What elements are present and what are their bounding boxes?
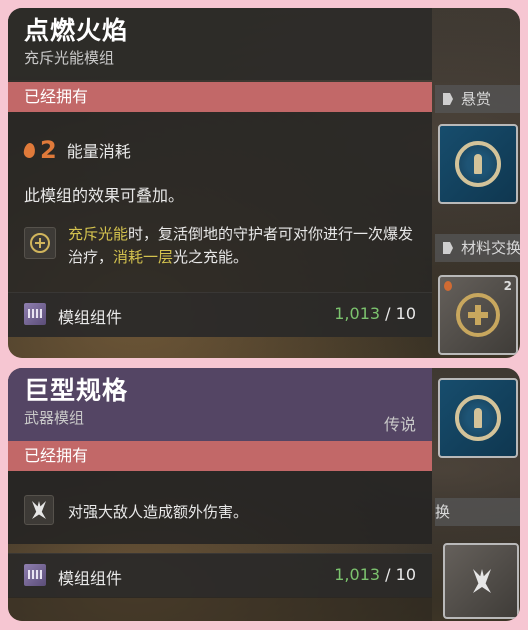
healing-mod-tile-icon <box>456 293 500 337</box>
cost-footer: 模组组件 1,013 / 10 <box>8 292 432 337</box>
flame-icon <box>444 281 452 291</box>
damage-perk-icon <box>24 495 54 525</box>
perk-description: 充斥光能时，复活倒地的守护者可对你进行一次爆发治疗，消耗一层光之充能。 <box>68 225 414 266</box>
perk-description: 对强大敌人造成额外伤害。 <box>68 503 249 521</box>
panel-ignite-flame: 悬赏 材料交换 2 点燃火焰 充斥光能模组 已经拥有 2 能量消耗 此模组的效果… <box>8 8 520 358</box>
charged-light-perk-icon <box>24 227 56 259</box>
mod-components-icon <box>24 564 46 586</box>
damage-perk-icon <box>473 569 491 593</box>
tooltip-header: 点燃火焰 充斥光能模组 <box>8 8 432 80</box>
tile-energy-badge: 2 <box>503 279 512 293</box>
vendor-side-panel: 换 <box>433 368 520 621</box>
exchange-header: 换 <box>435 498 520 526</box>
tooltip-header: 巨型规格 武器模组 传说 <box>8 368 432 441</box>
mod-title: 巨型规格 <box>24 376 129 405</box>
bounties-header: 悬赏 <box>435 85 520 113</box>
tooltip-body: 对强大敌人造成额外伤害。 <box>8 471 432 544</box>
damage-mod-tile[interactable] <box>443 543 519 619</box>
panel-major-spec: 换 巨型规格 武器模组 传说 已经拥有 对强大敌人造成额外伤害。 模组组件 1,… <box>8 368 520 621</box>
bounty-tile-icon <box>455 395 501 441</box>
tag-icon <box>443 93 453 105</box>
background-strip <box>8 597 432 621</box>
plus-circle-icon <box>30 233 50 253</box>
energy-cost-value: 2 <box>40 136 57 164</box>
mod-type: 充斥光能模组 <box>24 49 115 67</box>
bounty-tile[interactable] <box>438 378 518 458</box>
mod-title: 点燃火焰 <box>24 16 129 45</box>
mod-type: 武器模组 <box>24 409 85 427</box>
mod-tooltip-card: 巨型规格 武器模组 传说 已经拥有 对强大敌人造成额外伤害。 模组组件 1,01… <box>8 368 432 621</box>
mod-components-icon <box>24 303 46 325</box>
bounty-tile-icon <box>455 141 501 187</box>
energy-cost: 2 能量消耗 <box>23 136 131 164</box>
flame-icon <box>23 141 36 159</box>
material-exchange-header: 材料交换 <box>435 234 520 262</box>
bounty-tile[interactable] <box>438 124 518 204</box>
owned-status-bar: 已经拥有 <box>8 82 432 112</box>
component-label: 模组组件 <box>58 308 123 327</box>
component-label: 模组组件 <box>58 569 123 588</box>
cost-footer: 模组组件 1,013 / 10 <box>8 553 432 598</box>
damage-glyph <box>32 501 46 519</box>
owned-status-bar: 已经拥有 <box>8 441 432 471</box>
tooltip-body: 2 能量消耗 此模组的效果可叠加。 充斥光能时，复活倒地的守护者可对你进行一次爆… <box>8 112 432 292</box>
component-count: 1,013 / 10 <box>334 304 416 323</box>
stack-note: 此模组的效果可叠加。 <box>24 186 185 205</box>
tag-icon <box>443 242 453 254</box>
healing-mod-tile[interactable]: 2 <box>438 275 518 355</box>
energy-cost-label: 能量消耗 <box>66 142 131 161</box>
mod-tooltip-card: 点燃火焰 充斥光能模组 已经拥有 2 能量消耗 此模组的效果可叠加。 充斥光能时… <box>8 8 432 358</box>
rarity-label: 传说 <box>383 415 416 434</box>
vendor-side-panel: 悬赏 材料交换 2 <box>433 8 520 358</box>
component-count: 1,013 / 10 <box>334 565 416 584</box>
